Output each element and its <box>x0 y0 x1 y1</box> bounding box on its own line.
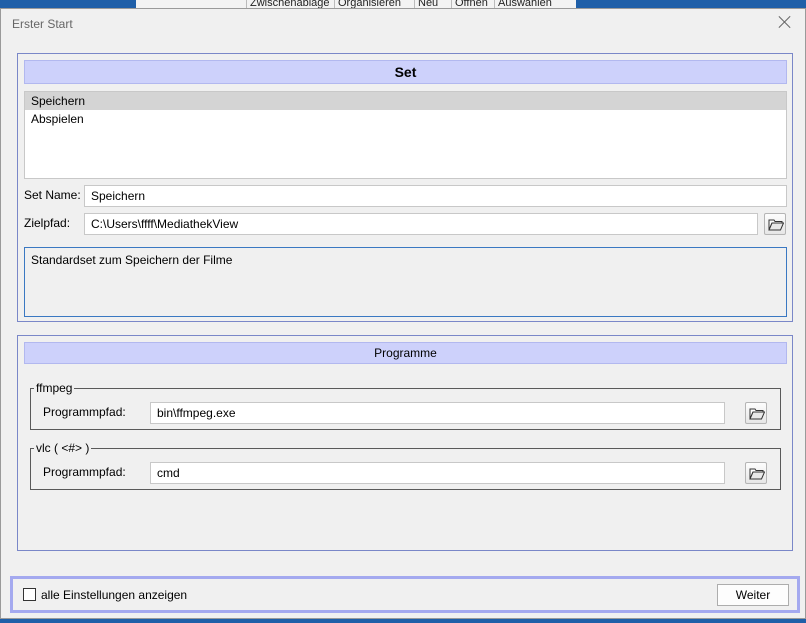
dialog-footer: alle Einstellungen anzeigen Weiter <box>10 576 800 613</box>
background-taskbar <box>0 619 806 623</box>
set-name-field[interactable]: Speichern <box>84 185 787 207</box>
set-panel-header: Set <box>24 60 787 84</box>
vlc-path-field[interactable]: cmd <box>150 462 725 484</box>
folder-open-icon <box>749 468 765 480</box>
dialog-title: Erster Start <box>12 17 73 31</box>
set-name-label: Set Name: <box>24 188 81 202</box>
programme-panel: Programme ffmpeg Programmpfad: bin\ffmpe… <box>17 335 793 551</box>
vlc-browse-button[interactable] <box>745 462 767 484</box>
program-group-ffmpeg: ffmpeg Programmpfad: bin\ffmpeg.exe <box>30 381 781 430</box>
show-all-settings-checkbox[interactable] <box>23 588 36 601</box>
list-item-abspielen[interactable]: Abspielen <box>25 110 786 128</box>
folder-open-icon <box>768 219 784 231</box>
set-list[interactable]: Speichern Abspielen <box>24 91 787 179</box>
program-group-vlc: vlc ( <#> ) Programmpfad: cmd <box>30 441 781 490</box>
zielpfad-label: Zielpfad: <box>24 216 71 230</box>
programmpfad-label: Programmpfad: <box>43 405 126 419</box>
group-title-ffmpeg: ffmpeg <box>34 381 75 395</box>
ffmpeg-path-field[interactable]: bin\ffmpeg.exe <box>150 402 725 424</box>
description-textarea[interactable]: Standardset zum Speichern der Filme <box>24 247 787 317</box>
show-all-settings-label[interactable]: alle Einstellungen anzeigen <box>41 588 187 602</box>
set-panel: Set Speichern Abspielen Set Name: Speich… <box>17 53 793 322</box>
programmpfad-label: Programmpfad: <box>43 465 126 479</box>
first-start-dialog: Erster Start Set Speichern Abspielen Set… <box>0 8 806 619</box>
close-icon[interactable] <box>777 14 793 30</box>
folder-open-icon <box>749 408 765 420</box>
group-title-vlc: vlc ( <#> ) <box>34 441 92 455</box>
list-item-speichern[interactable]: Speichern <box>25 92 786 110</box>
programme-panel-header: Programme <box>24 342 787 364</box>
zielpfad-field[interactable]: C:\Users\ffff\MediathekView <box>84 213 758 235</box>
zielpfad-browse-button[interactable] <box>764 213 786 235</box>
next-button[interactable]: Weiter <box>717 584 789 606</box>
ffmpeg-browse-button[interactable] <box>745 402 767 424</box>
